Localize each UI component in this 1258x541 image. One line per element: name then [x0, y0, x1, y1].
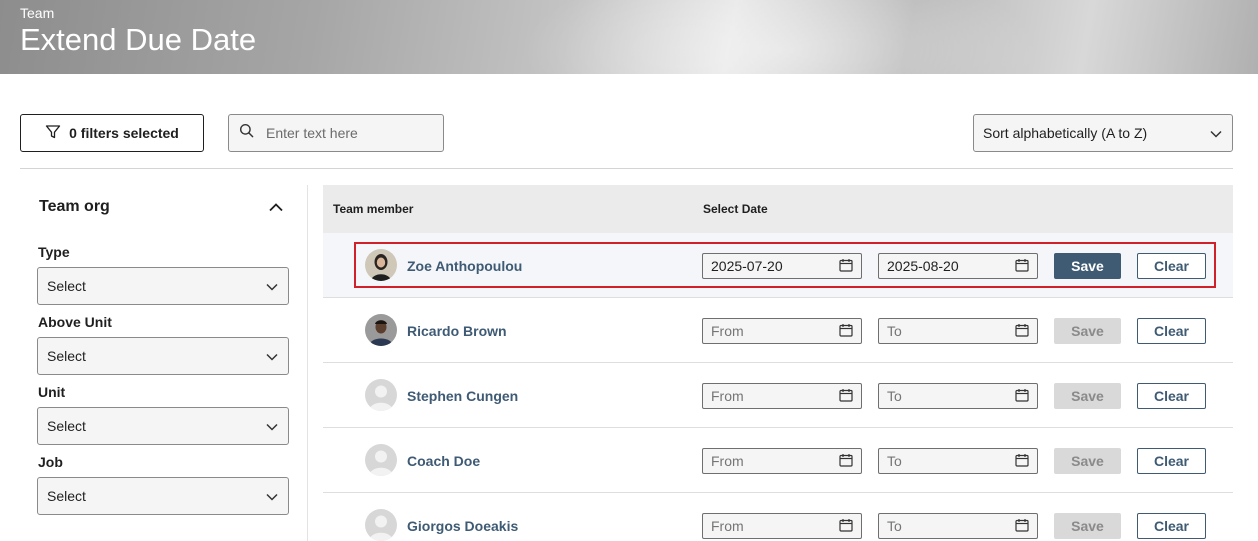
job-label: Job — [38, 454, 63, 470]
clear-button[interactable]: Clear — [1137, 448, 1206, 474]
chevron-up-icon[interactable] — [268, 199, 284, 217]
sort-select-value: Sort alphabetically (A to Z) — [983, 125, 1148, 141]
from-date-input[interactable]: From — [702, 383, 862, 409]
from-date-placeholder: From — [711, 453, 744, 469]
to-date-input[interactable]: To — [878, 383, 1038, 409]
type-label: Type — [38, 244, 70, 260]
table-row: Zoe Anthopoulou 2025-07-20 2025-08-20 Sa… — [323, 233, 1233, 298]
chevron-down-icon — [266, 418, 278, 434]
unit-label: Unit — [38, 384, 66, 400]
above-unit-select-value: Select — [47, 348, 86, 364]
page-section-label: Team — [20, 5, 55, 21]
calendar-icon[interactable] — [1015, 518, 1029, 535]
to-date-placeholder: To — [887, 388, 902, 404]
calendar-icon[interactable] — [1015, 258, 1029, 275]
chevron-down-icon — [266, 348, 278, 364]
filter-sidebar: Team org Type Select Above Unit Select U… — [20, 185, 308, 541]
calendar-icon[interactable] — [839, 258, 853, 275]
clear-button[interactable]: Clear — [1137, 318, 1206, 344]
sidebar-heading: Team org — [39, 198, 110, 215]
from-date-placeholder: From — [711, 323, 744, 339]
toolbar-divider — [20, 168, 1233, 169]
to-date-input[interactable]: To — [878, 513, 1038, 539]
chevron-down-icon — [266, 488, 278, 504]
search-input[interactable] — [266, 125, 426, 141]
from-date-placeholder: From — [711, 518, 744, 534]
member-name[interactable]: Stephen Cungen — [407, 388, 518, 404]
table-row: Ricardo Brown From To Save Clear — [323, 298, 1233, 363]
table-row: Stephen Cungen From To Save Clear — [323, 363, 1233, 428]
to-date-placeholder: To — [887, 518, 902, 534]
member-name[interactable]: Giorgos Doeakis — [407, 518, 518, 534]
to-date-value: 2025-08-20 — [887, 258, 959, 274]
calendar-icon[interactable] — [839, 518, 853, 535]
avatar — [365, 379, 397, 411]
avatar — [365, 509, 397, 541]
from-date-input[interactable]: From — [702, 513, 862, 539]
calendar-icon[interactable] — [1015, 323, 1029, 340]
calendar-icon[interactable] — [839, 453, 853, 470]
from-date-input[interactable]: 2025-07-20 — [702, 253, 862, 279]
above-unit-label: Above Unit — [38, 314, 112, 330]
clear-button[interactable]: Clear — [1137, 513, 1206, 539]
save-button[interactable]: Save — [1054, 448, 1121, 474]
table-row: Coach Doe From To Save Clear — [323, 428, 1233, 493]
member-name[interactable]: Zoe Anthopoulou — [407, 258, 522, 274]
filters-button-label: 0 filters selected — [69, 125, 179, 141]
table-header: Team member Select Date — [323, 185, 1233, 233]
unit-select-value: Select — [47, 418, 86, 434]
team-table: Team member Select Date Zoe Anthopoulou … — [323, 185, 1233, 541]
search-icon — [239, 123, 254, 143]
type-select-value: Select — [47, 278, 86, 294]
clear-button[interactable]: Clear — [1137, 253, 1206, 279]
save-button[interactable]: Save — [1054, 318, 1121, 344]
calendar-icon[interactable] — [839, 388, 853, 405]
calendar-icon[interactable] — [1015, 388, 1029, 405]
page-title: Extend Due Date — [20, 22, 257, 57]
member-name[interactable]: Ricardo Brown — [407, 323, 507, 339]
calendar-icon[interactable] — [839, 323, 853, 340]
sort-select[interactable]: Sort alphabetically (A to Z) — [973, 114, 1233, 152]
to-date-input[interactable]: To — [878, 448, 1038, 474]
to-date-input[interactable]: 2025-08-20 — [878, 253, 1038, 279]
page-banner: Team Extend Due Date — [0, 0, 1258, 74]
filter-icon — [45, 124, 61, 143]
calendar-icon[interactable] — [1015, 453, 1029, 470]
search-field[interactable] — [228, 114, 444, 152]
column-header-member: Team member — [333, 202, 414, 216]
save-button[interactable]: Save — [1054, 253, 1121, 279]
job-select[interactable]: Select — [37, 477, 289, 515]
column-header-date: Select Date — [703, 202, 768, 216]
save-button[interactable]: Save — [1054, 513, 1121, 539]
above-unit-select[interactable]: Select — [37, 337, 289, 375]
chevron-down-icon — [1210, 125, 1222, 141]
save-button[interactable]: Save — [1054, 383, 1121, 409]
member-name[interactable]: Coach Doe — [407, 453, 480, 469]
avatar — [365, 249, 397, 281]
avatar — [365, 314, 397, 346]
from-date-value: 2025-07-20 — [711, 258, 783, 274]
from-date-input[interactable]: From — [702, 318, 862, 344]
unit-select[interactable]: Select — [37, 407, 289, 445]
type-select[interactable]: Select — [37, 267, 289, 305]
chevron-down-icon — [266, 278, 278, 294]
from-date-placeholder: From — [711, 388, 744, 404]
to-date-placeholder: To — [887, 323, 902, 339]
to-date-placeholder: To — [887, 453, 902, 469]
clear-button[interactable]: Clear — [1137, 383, 1206, 409]
avatar — [365, 444, 397, 476]
job-select-value: Select — [47, 488, 86, 504]
from-date-input[interactable]: From — [702, 448, 862, 474]
to-date-input[interactable]: To — [878, 318, 1038, 344]
table-row: Giorgos Doeakis From To Save Clear — [323, 493, 1233, 541]
filters-button[interactable]: 0 filters selected — [20, 114, 204, 152]
